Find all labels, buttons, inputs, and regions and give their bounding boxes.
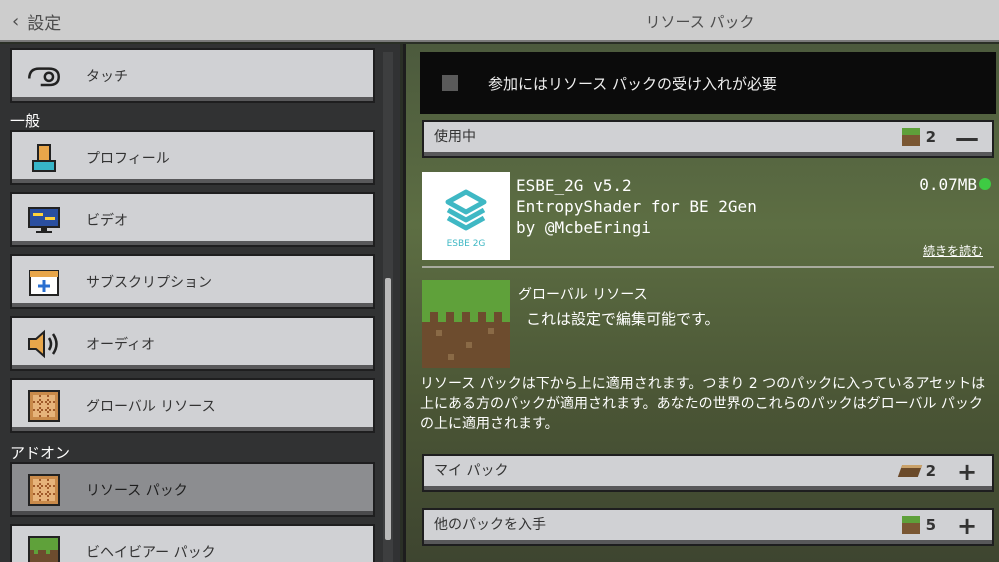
touch-icon [26,58,62,94]
active-packs-title: 使用中 [434,129,476,145]
sidebar-item-label: タッチ [86,68,128,85]
my-packs-header[interactable]: マイ パック 2 + [422,454,994,492]
sidebar: タッチ 一般 プロフィール ビデオ サブスクリプション オーディオ グローバル … [0,44,400,562]
sidebar-item-resource-packs[interactable]: リソース パック [10,462,375,517]
back-button[interactable]: ‹ 設定 [12,8,61,34]
pack-icon[interactable]: ESBE 2G [422,172,510,260]
my-packs-title: マイ パック [434,463,509,479]
my-packs-count: 2 [897,462,936,480]
get-more-count-value: 5 [925,516,936,534]
resource-grid-icon [26,388,62,424]
divider [422,266,994,268]
global-resources-title: グローバル リソース [518,287,648,303]
speaker-icon [26,326,62,362]
active-packs-count: 2 [901,128,936,146]
sidebar-scrollbar-thumb[interactable] [385,278,391,540]
pack-info[interactable]: ESBE_2G v5.2 EntropyShader for BE 2Gen b… [516,175,757,238]
read-more-link[interactable]: 続きを読む [923,242,983,259]
pack-name: ESBE_2G v5.2 [516,176,632,195]
get-more-packs-header[interactable]: 他のパックを入手 5 + [422,508,994,546]
pack-author: by @McbeEringi [516,218,651,237]
active-packs-header: 使用中 2 — [422,120,994,158]
sidebar-item-label: ビデオ [86,212,128,229]
monitor-icon [26,202,62,238]
pack-icon-text: ESBE 2G [447,239,486,249]
resource-grid-icon [26,472,62,508]
expand-get-more-button[interactable]: + [954,513,980,539]
profile-icon [26,140,62,176]
sidebar-item-label: プロフィール [86,150,170,167]
require-packs-notice[interactable]: 参加にはリソース パックの受け入れが必要 [420,52,996,114]
sidebar-item-label: リソース パック [86,482,188,499]
sidebar-item-label: ビヘイビアー パック [86,544,216,561]
pack-order-description: リソース パックは下から上に適用されます。つまり 2 つのパックに入っているアセ… [420,376,986,432]
grass-block-icon [901,128,920,146]
book-icon [897,465,922,477]
back-label: 設定 [27,13,62,34]
sidebar-item-label: グローバル リソース [86,398,216,415]
get-more-count: 5 [901,516,936,534]
get-more-title: 他のパックを入手 [434,517,546,533]
chevron-left-icon: ‹ [12,10,20,32]
section-addons-label: アドオン [10,444,71,462]
page-title: リソース パック [645,13,755,31]
notice-text: 参加にはリソース パックの受け入れが必要 [488,74,778,93]
sidebar-item-video[interactable]: ビデオ [10,192,375,247]
collapse-button[interactable]: — [954,125,980,151]
sidebar-item-subscription[interactable]: サブスクリプション [10,254,375,309]
grass-block-icon [26,534,62,562]
status-dot-icon [979,178,991,190]
sidebar-item-touch[interactable]: タッチ [10,48,375,103]
sidebar-item-global-resources[interactable]: グローバル リソース [10,378,375,433]
sidebar-item-label: サブスクリプション [86,274,212,291]
global-resources-icon [422,280,510,368]
require-packs-checkbox[interactable] [442,75,458,91]
global-resources-subtitle: これは設定で編集可能です。 [526,310,720,328]
section-general-label: 一般 [10,112,41,130]
calendar-icon [26,264,62,300]
sidebar-item-behavior-packs[interactable]: ビヘイビアー パック [10,524,375,562]
sidebar-item-label: オーディオ [86,336,156,353]
sidebar-item-audio[interactable]: オーディオ [10,316,375,371]
header: ‹ 設定 リソース パック [0,0,999,42]
grass-block-icon [901,516,920,534]
my-packs-count-value: 2 [925,462,936,480]
active-count-value: 2 [925,128,936,146]
pack-description: EntropyShader for BE 2Gen [516,197,757,216]
sidebar-item-profile[interactable]: プロフィール [10,130,375,185]
resource-packs-panel: 参加にはリソース パックの受け入れが必要 使用中 2 — ESBE 2G ESB… [403,44,999,562]
pack-size: 0.07MB [919,175,977,194]
expand-my-packs-button[interactable]: + [954,459,980,485]
